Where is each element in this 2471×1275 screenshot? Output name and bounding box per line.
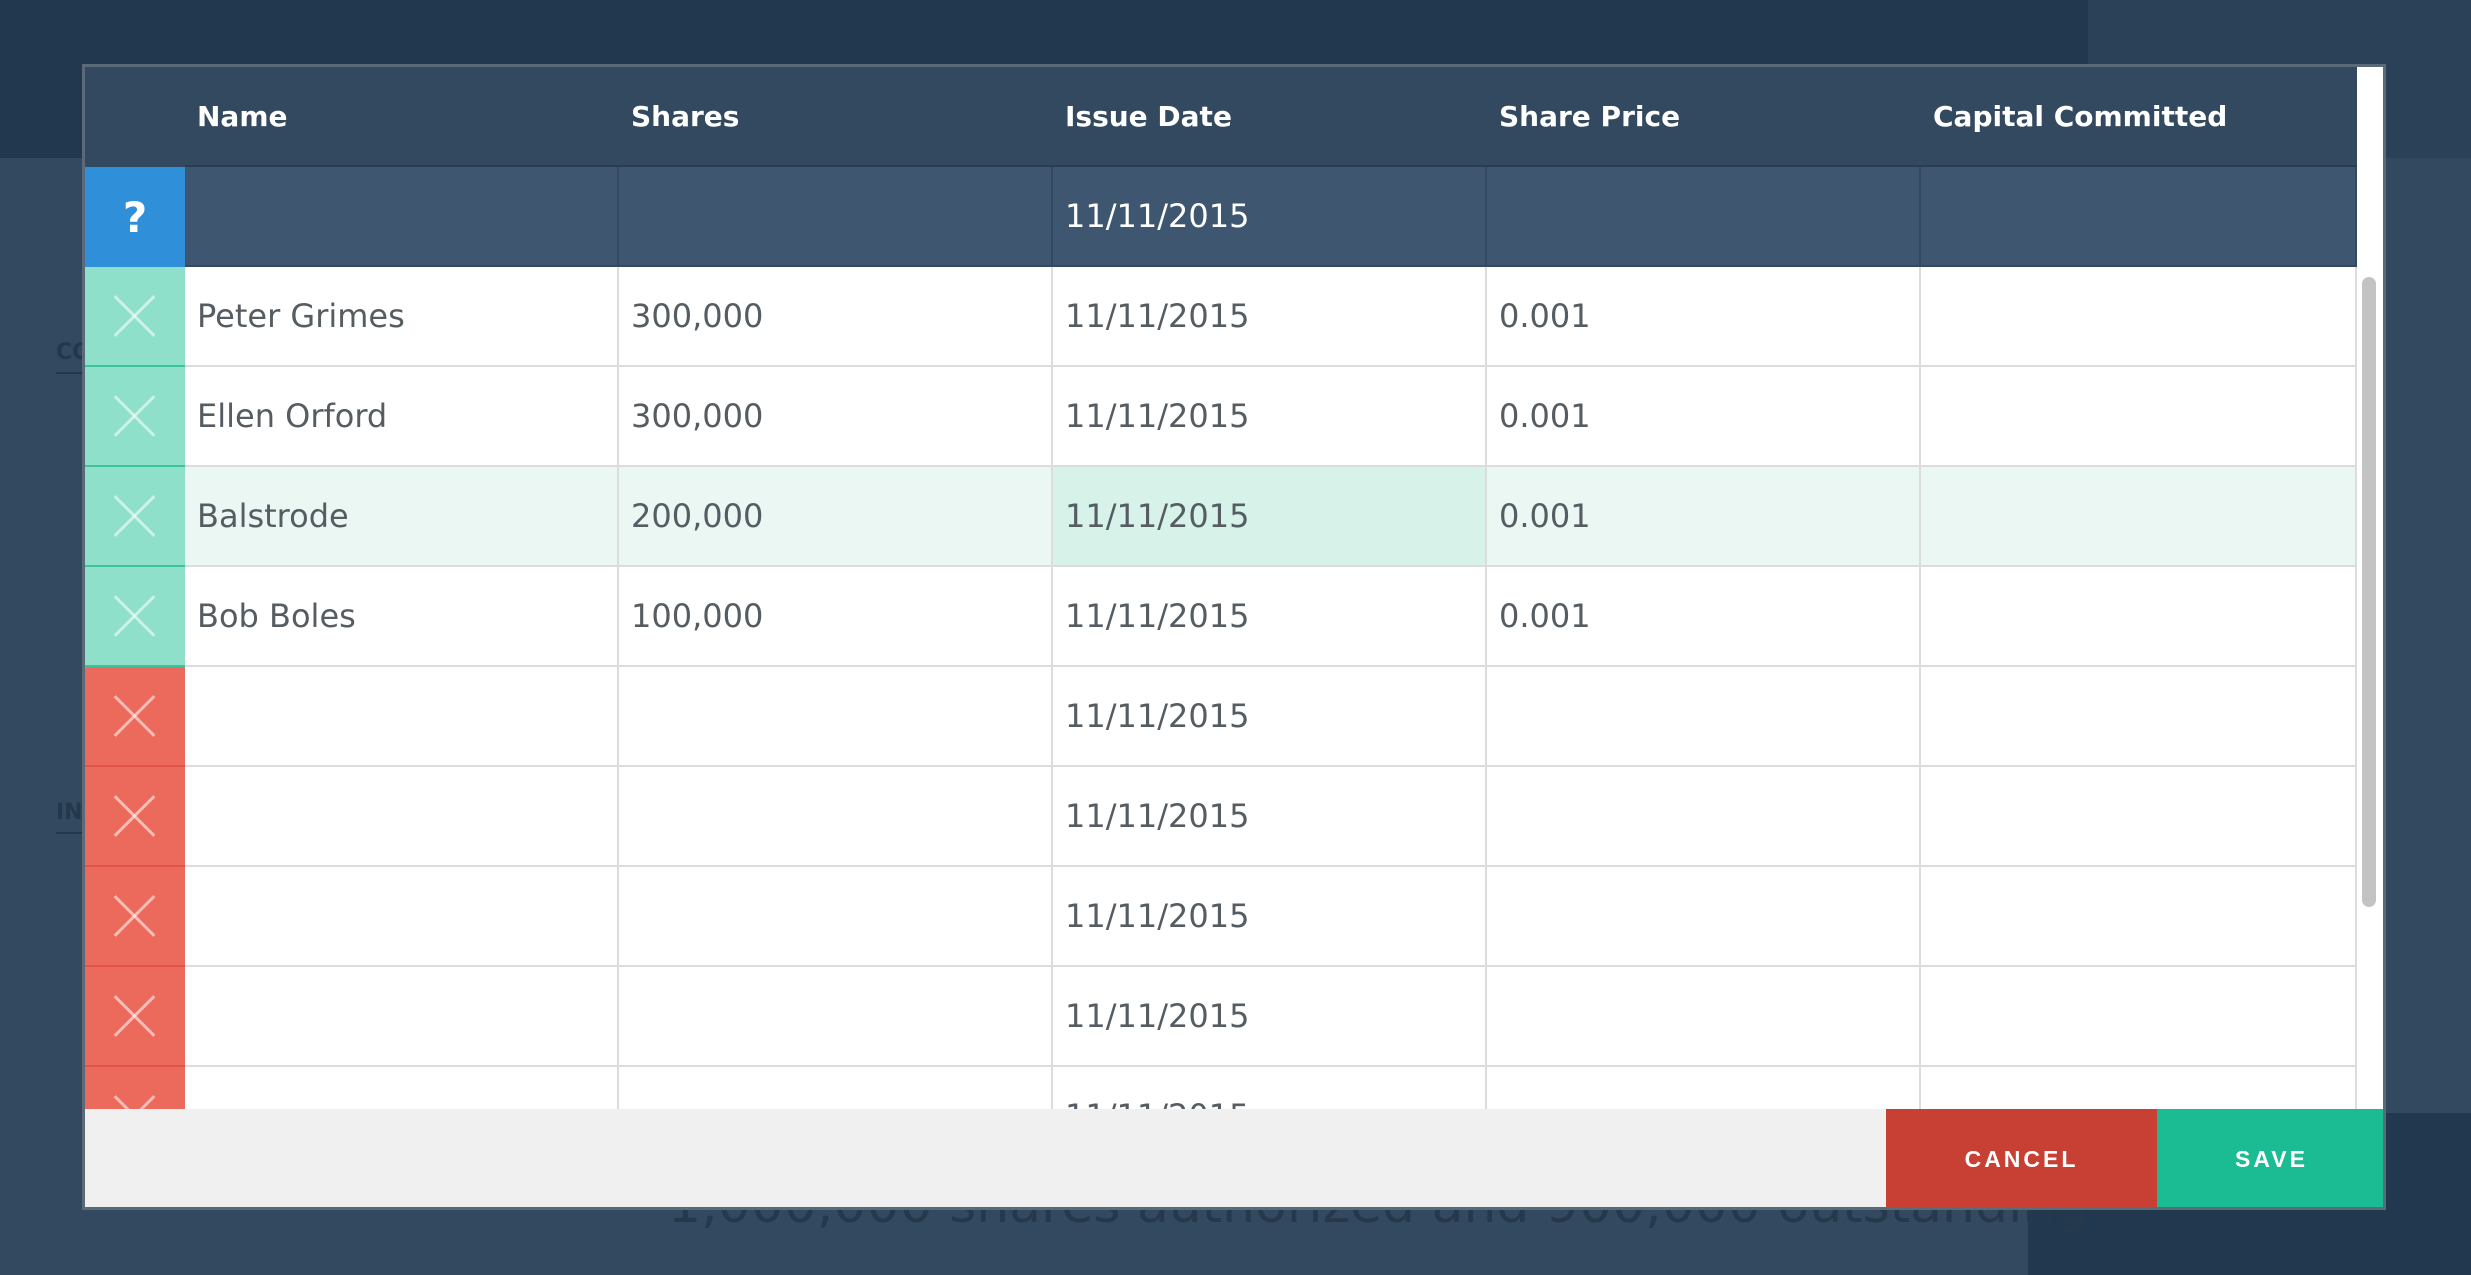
cell-share-price[interactable] [1487, 1067, 1921, 1109]
cell-shares[interactable]: 300,000 [619, 367, 1053, 467]
column-header-name[interactable]: Name [185, 67, 619, 167]
table-row-invalid: 11/11/2015 [85, 867, 2357, 967]
cell-shares[interactable] [619, 667, 1053, 767]
scrollbar-thumb[interactable] [2362, 277, 2376, 907]
cell-shares[interactable]: 100,000 [619, 567, 1053, 667]
cell-issue-date[interactable]: 11/11/2015 [1053, 567, 1487, 667]
table-row: Peter Grimes 300,000 11/11/2015 0.001 [85, 267, 2357, 367]
cell-shares[interactable]: 200,000 [619, 467, 1053, 567]
cell-issue-date[interactable]: 11/11/2015 [1053, 967, 1487, 1067]
cell-shares[interactable]: 300,000 [619, 267, 1053, 367]
remove-row-button[interactable] [85, 667, 185, 767]
bulk-edit-modal: Name Shares Issue Date Share Price Capit… [82, 64, 2386, 1210]
table-row-invalid: 11/11/2015 [85, 667, 2357, 767]
close-icon [113, 994, 157, 1038]
cell-name[interactable] [185, 967, 619, 1067]
cell-name[interactable] [185, 1067, 619, 1109]
remove-row-button[interactable] [85, 967, 185, 1067]
cell-issue-date[interactable]: 11/11/2015 [1053, 867, 1487, 967]
close-icon [113, 594, 157, 638]
cell-capital-committed[interactable] [1921, 267, 2357, 367]
shareholder-grid: Name Shares Issue Date Share Price Capit… [85, 67, 2357, 1109]
remove-row-button[interactable] [85, 267, 185, 367]
grid-header: Name Shares Issue Date Share Price Capit… [85, 67, 2357, 167]
cell-issue-date[interactable]: 11/11/2015 [1053, 167, 1487, 267]
cell-capital-committed[interactable] [1921, 567, 2357, 667]
cell-name[interactable]: Balstrode [185, 467, 619, 567]
column-header-share-price[interactable]: Share Price [1487, 67, 1921, 167]
cell-capital-committed[interactable] [1921, 167, 2357, 267]
close-icon [113, 694, 157, 738]
cell-name[interactable] [185, 767, 619, 867]
table-row-selected: Balstrode 200,000 11/11/2015 0.001 [85, 467, 2357, 567]
cell-issue-date-active[interactable]: 11/11/2015 [1053, 467, 1487, 567]
remove-row-button[interactable] [85, 867, 185, 967]
cell-capital-committed[interactable] [1921, 467, 2357, 567]
question-icon: ? [122, 192, 148, 242]
cell-share-price[interactable]: 0.001 [1487, 567, 1921, 667]
column-header-issue-date[interactable]: Issue Date [1053, 67, 1487, 167]
background-fragment: 1 [64, 66, 83, 96]
help-marker[interactable]: ? [85, 167, 185, 267]
cell-capital-committed[interactable] [1921, 867, 2357, 967]
cell-share-price[interactable]: 0.001 [1487, 267, 1921, 367]
cell-name[interactable]: Peter Grimes [185, 267, 619, 367]
cell-name[interactable] [185, 167, 619, 267]
cell-share-price[interactable]: 0.001 [1487, 367, 1921, 467]
cell-capital-committed[interactable] [1921, 1067, 2357, 1109]
cell-name[interactable]: Ellen Orford [185, 367, 619, 467]
column-header-shares[interactable]: Shares [619, 67, 1053, 167]
remove-row-button[interactable] [85, 567, 185, 667]
cell-capital-committed[interactable] [1921, 667, 2357, 767]
cell-issue-date[interactable]: 11/11/2015 [1053, 267, 1487, 367]
table-row-invalid: 11/11/2015 [85, 1067, 2357, 1109]
table-row: Bob Boles 100,000 11/11/2015 0.001 [85, 567, 2357, 667]
cell-share-price[interactable] [1487, 767, 1921, 867]
cancel-button[interactable]: CANCEL [1886, 1109, 2157, 1207]
cell-issue-date[interactable]: 11/11/2015 [1053, 667, 1487, 767]
cell-shares[interactable] [619, 1067, 1053, 1109]
cell-shares[interactable] [619, 167, 1053, 267]
remove-row-button[interactable] [85, 367, 185, 467]
new-entry-row: ? 11/11/2015 [85, 167, 2357, 267]
close-icon [113, 394, 157, 438]
cell-issue-date[interactable]: 11/11/2015 [1053, 367, 1487, 467]
close-icon [113, 294, 157, 338]
close-icon [113, 794, 157, 838]
table-row-invalid: 11/11/2015 [85, 967, 2357, 1067]
close-icon [113, 894, 157, 938]
cell-share-price[interactable] [1487, 167, 1921, 267]
cell-issue-date[interactable]: 11/11/2015 [1053, 1067, 1487, 1109]
cell-name[interactable] [185, 867, 619, 967]
cell-issue-date[interactable]: 11/11/2015 [1053, 767, 1487, 867]
table-row-invalid: 11/11/2015 [85, 767, 2357, 867]
close-icon [113, 1094, 157, 1109]
cell-capital-committed[interactable] [1921, 767, 2357, 867]
remove-row-button[interactable] [85, 767, 185, 867]
cell-share-price[interactable] [1487, 867, 1921, 967]
cell-capital-committed[interactable] [1921, 967, 2357, 1067]
cell-shares[interactable] [619, 967, 1053, 1067]
cell-share-price[interactable] [1487, 967, 1921, 1067]
remove-row-button[interactable] [85, 1067, 185, 1109]
close-icon [113, 494, 157, 538]
save-button[interactable]: SAVE [2157, 1109, 2383, 1207]
cell-shares[interactable] [619, 867, 1053, 967]
cell-share-price[interactable] [1487, 667, 1921, 767]
column-header-capital-committed[interactable]: Capital Committed [1921, 67, 2357, 167]
cell-name[interactable] [185, 667, 619, 767]
remove-row-button[interactable] [85, 467, 185, 567]
table-row: Ellen Orford 300,000 11/11/2015 0.001 [85, 367, 2357, 467]
background-fragment: IN [56, 800, 83, 825]
cell-share-price[interactable]: 0.001 [1487, 467, 1921, 567]
cell-shares[interactable] [619, 767, 1053, 867]
cell-name[interactable]: Bob Boles [185, 567, 619, 667]
cell-capital-committed[interactable] [1921, 367, 2357, 467]
